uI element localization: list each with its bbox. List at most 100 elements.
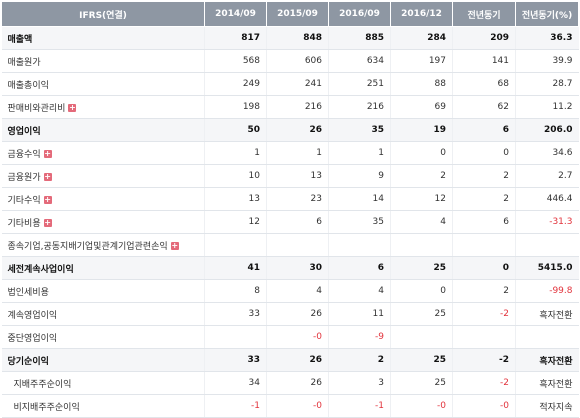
value-cell: 28.7	[515, 72, 579, 96]
header-2016-09[interactable]: 2016/09	[328, 1, 391, 27]
income-statement-table: IFRS(연결) 2014/09 2015/09 2016/09 2016/12…	[1, 1, 579, 418]
value-cell: 26	[266, 348, 329, 372]
value-cell: -0	[266, 325, 329, 349]
value-cell: 0	[452, 256, 516, 280]
value-cell: 62	[452, 95, 516, 119]
value-cell: 1	[266, 141, 329, 165]
value-cell: 10	[204, 164, 267, 188]
row-label-text: 금융원가	[7, 172, 41, 183]
table-row: 매출총이익 249 241 251 88 68 28.7	[1, 72, 579, 96]
row-label: 금융원가 +	[1, 164, 205, 188]
row-label-text: 지배주주순이익	[13, 379, 72, 390]
value-cell: 12	[204, 210, 267, 234]
row-label: 종속기업,공동지배기업및관계기업관련손익 +	[1, 233, 205, 257]
value-cell: 13	[204, 187, 267, 211]
expand-plus-icon[interactable]: +	[43, 150, 52, 158]
value-cell: 206.0	[515, 118, 579, 142]
table-row: 당기순이익 33 26 2 25 -2 흑자전환	[1, 348, 579, 372]
value-cell	[390, 233, 453, 257]
expand-plus-icon[interactable]: +	[43, 196, 52, 204]
value-cell: 36.3	[515, 26, 579, 50]
table-header: IFRS(연결) 2014/09 2015/09 2016/09 2016/12…	[1, 1, 579, 27]
table-row: 영업이익 50 26 35 19 6 206.0	[1, 118, 579, 142]
value-cell: 69	[390, 95, 453, 119]
expand-plus-icon[interactable]: +	[43, 173, 52, 181]
header-prev-year-pct[interactable]: 전년동기(%)	[515, 1, 579, 27]
expand-plus-icon[interactable]: +	[170, 242, 179, 250]
value-cell: 848	[266, 26, 329, 50]
row-label: 판매비와관리비 +	[1, 95, 205, 119]
row-label: 지배주주순이익	[1, 371, 205, 395]
header-2016-12[interactable]: 2016/12	[390, 1, 453, 27]
value-cell: 0	[452, 141, 516, 165]
expand-plus-icon[interactable]: +	[43, 219, 52, 227]
value-cell: 26	[266, 371, 329, 395]
row-label: 중단영업이익	[1, 325, 205, 349]
value-cell: 33	[204, 302, 267, 326]
value-cell: 30	[266, 256, 329, 280]
row-label-text: 기타비용	[7, 218, 41, 229]
value-cell: -1	[204, 394, 267, 418]
value-cell: 34.6	[515, 141, 579, 165]
value-cell: 39.9	[515, 49, 579, 73]
row-label: 금융수익 +	[1, 141, 205, 165]
row-label-text: 매출총이익	[7, 80, 49, 91]
value-cell: 14	[328, 187, 391, 211]
expand-plus-icon[interactable]: +	[68, 104, 77, 112]
value-cell: 12	[390, 187, 453, 211]
value-cell: -99.8	[515, 279, 579, 303]
value-cell: 817	[204, 26, 267, 50]
value-cell: 216	[328, 95, 391, 119]
value-cell: 885	[328, 26, 391, 50]
value-cell: 19	[390, 118, 453, 142]
value-cell: 0	[390, 279, 453, 303]
value-cell: -0	[390, 394, 453, 418]
value-cell	[266, 233, 329, 257]
value-cell	[515, 233, 579, 257]
row-label-text: 매출액	[7, 34, 33, 45]
header-prev-year[interactable]: 전년동기	[452, 1, 516, 27]
value-cell: 88	[390, 72, 453, 96]
value-cell: 41	[204, 256, 267, 280]
row-label-text: 매출원가	[7, 57, 41, 68]
value-cell: -31.3	[515, 210, 579, 234]
table-row: 금융원가 +10 13 9 2 2 2.7	[1, 164, 579, 188]
table-row: 판매비와관리비 +198 216 216 69 62 11.2	[1, 95, 579, 119]
value-cell: -9	[328, 325, 391, 349]
value-cell: 11.2	[515, 95, 579, 119]
value-cell: 2	[390, 164, 453, 188]
table-row: 세전계속사업이익 41 30 6 25 0 5415.0	[1, 256, 579, 280]
value-cell: 흑자전환	[515, 371, 579, 395]
table-row: 매출원가 568 606 634 197 141 39.9	[1, 49, 579, 73]
row-label: 비지배주주순이익	[1, 394, 205, 418]
table-row: 비지배주주순이익 -1 -0 -1 -0 -0 적자지속	[1, 394, 579, 418]
row-label-text: 비지배주주순이익	[13, 402, 80, 413]
value-cell: 9	[328, 164, 391, 188]
value-cell	[204, 325, 267, 349]
value-cell: 13	[266, 164, 329, 188]
table-row: 법인세비용 8 4 4 0 2 -99.8	[1, 279, 579, 303]
value-cell	[452, 233, 516, 257]
table-row: 기타수익 +13 23 14 12 2 446.4	[1, 187, 579, 211]
row-label-text: 영업이익	[7, 126, 41, 137]
row-label-text: 기타수익	[7, 195, 41, 206]
value-cell	[204, 233, 267, 257]
value-cell: -0	[452, 394, 516, 418]
header-2015-09[interactable]: 2015/09	[266, 1, 329, 27]
value-cell: 흑자전환	[515, 348, 579, 372]
value-cell: 249	[204, 72, 267, 96]
value-cell: 4	[328, 279, 391, 303]
value-cell: 1	[328, 141, 391, 165]
value-cell: 2	[452, 164, 516, 188]
value-cell: 198	[204, 95, 267, 119]
header-2014-09[interactable]: 2014/09	[204, 1, 267, 27]
value-cell: 3	[328, 371, 391, 395]
value-cell: 209	[452, 26, 516, 50]
value-cell: 적자지속	[515, 394, 579, 418]
table-row: 기타비용 +12 6 35 4 6 -31.3	[1, 210, 579, 234]
row-label-text: 중단영업이익	[7, 333, 58, 344]
table-body: 매출액 817 848 885 284 209 36.3 매출원가 568 606 634 197 14…	[1, 26, 579, 418]
value-cell: 2.7	[515, 164, 579, 188]
row-label-text: 판매비와관리비	[7, 103, 66, 114]
value-cell: -2	[452, 371, 516, 395]
